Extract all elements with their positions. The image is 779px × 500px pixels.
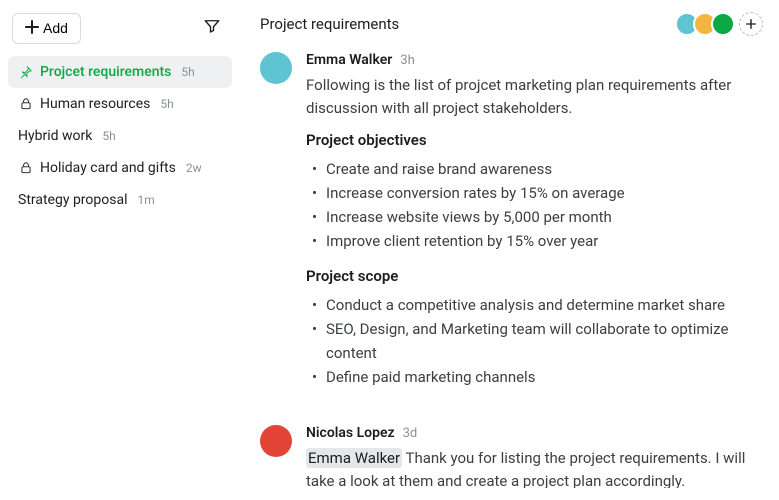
member-avatars: [681, 12, 763, 36]
avatar[interactable]: [711, 12, 735, 36]
sidebar-item[interactable]: Hybrid work 5h: [8, 120, 232, 152]
post-time: 3h: [400, 53, 414, 68]
sidebar-item-label: Strategy proposal: [18, 192, 127, 208]
plus-icon: [745, 18, 757, 30]
list-item: Improve client retention by 15% over yea…: [312, 229, 763, 253]
mention[interactable]: Emma Walker: [306, 448, 402, 468]
bullet-list: Conduct a competitive analysis and deter…: [306, 293, 763, 389]
post: Nicolas Lopez 3d Emma Walker Thank you for…: [260, 425, 763, 488]
sidebar-item-time: 2w: [186, 161, 202, 175]
sidebar-item[interactable]: Holiday card and gifts 2w: [8, 152, 232, 184]
avatar: [260, 52, 292, 84]
post: Emma Walker 3h Following is the list of pr…: [260, 52, 763, 403]
filter-icon: [203, 17, 221, 39]
avatar: [260, 425, 292, 457]
main-header: Project requirements: [260, 12, 763, 36]
post-text: Following is the list of projcet marketi…: [306, 74, 763, 119]
sidebar-item-label: Human resources: [40, 96, 150, 112]
add-button[interactable]: Add: [12, 13, 81, 44]
sidebar-item[interactable]: Strategy proposal 1m: [8, 184, 232, 216]
list-item: Increase conversion rates by 15% on aver…: [312, 181, 763, 205]
sidebar-item-label: Projcet requirements: [40, 64, 171, 80]
add-label: Add: [43, 20, 68, 36]
lock-icon: [18, 96, 34, 112]
sidebar-item-time: 1m: [137, 193, 154, 207]
list-item: Increase website views by 5,000 per mont…: [312, 205, 763, 229]
sidebar-item-label: Hybrid work: [18, 128, 92, 144]
sidebar-item-time: 5h: [181, 65, 194, 79]
plus-icon: [25, 20, 39, 37]
post-text: Emma Walker Thank you for listing the pr…: [306, 447, 763, 488]
list-item: Create and raise brand awareness: [312, 157, 763, 181]
page-title: Project requirements: [260, 15, 399, 33]
lock-icon: [18, 160, 34, 176]
post-author: Emma Walker: [306, 52, 392, 68]
sidebar-item-time: 5h: [102, 129, 115, 143]
post-time: 3d: [403, 426, 418, 441]
sidebar-item-label: Holiday card and gifts: [40, 160, 176, 176]
list-item: SEO, Design, and Marketing team will col…: [312, 317, 763, 365]
pin-icon: [18, 64, 34, 80]
list-item: Define paid marketing channels: [312, 365, 763, 389]
list-item: Conduct a competitive analysis and deter…: [312, 293, 763, 317]
section-title: Project objectives: [306, 131, 763, 149]
section-title: Project scope: [306, 267, 763, 285]
post-author: Nicolas Lopez: [306, 425, 395, 441]
filter-button[interactable]: [196, 12, 228, 44]
add-member-button[interactable]: [739, 12, 763, 36]
main: Project requirements Emma Walker 3h Follow…: [240, 0, 779, 500]
sidebar-item[interactable]: Human resources 5h: [8, 88, 232, 120]
sidebar: Add Projcet requirements5hHuman resource…: [0, 0, 240, 500]
bullet-list: Create and raise brand awarenessIncrease…: [306, 157, 763, 253]
sidebar-item-time: 5h: [160, 97, 173, 111]
sidebar-item[interactable]: Projcet requirements 5h: [8, 56, 232, 88]
